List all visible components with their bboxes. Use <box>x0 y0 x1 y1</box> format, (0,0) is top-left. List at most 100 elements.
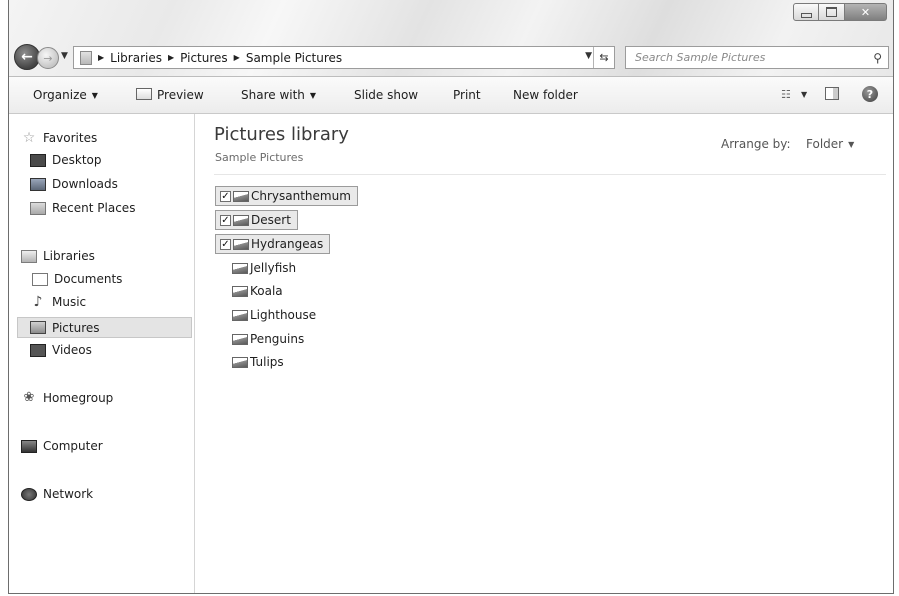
image-file-icon <box>233 190 249 202</box>
preview-pane-icon[interactable] <box>825 87 839 100</box>
sidebar-item-homegroup[interactable]: ❀ Homegroup <box>21 390 114 406</box>
file-name: Jellyfish <box>250 261 297 275</box>
image-file-icon <box>233 214 249 226</box>
search-icon[interactable]: ⚲ <box>873 51 882 65</box>
star-icon: ☆ <box>22 129 36 146</box>
slide-show-button[interactable]: Slide show <box>354 88 418 102</box>
file-item-hydrangeas[interactable]: ✓ Hydrangeas <box>215 234 331 254</box>
chevron-down-icon: ▼ <box>91 91 98 100</box>
breadcrumb-sample-pictures[interactable]: Sample Pictures <box>246 51 342 65</box>
homegroup-icon: ❀ <box>23 390 35 405</box>
sidebar-item-label: Recent Places <box>52 201 136 215</box>
print-button[interactable]: Print <box>453 88 481 102</box>
sidebar-item-label: Libraries <box>43 249 95 263</box>
breadcrumb-separator-icon[interactable]: ▶ <box>98 53 104 62</box>
image-file-icon <box>232 356 248 368</box>
breadcrumb-separator-icon[interactable]: ▶ <box>168 53 174 62</box>
new-folder-button[interactable]: New folder <box>513 88 578 102</box>
file-item-koala[interactable]: Koala <box>215 281 289 301</box>
preview-label: Preview <box>157 88 204 102</box>
sidebar-item-downloads[interactable]: Downloads <box>30 177 118 191</box>
file-item-penguins[interactable]: Penguins <box>215 329 310 349</box>
refresh-button[interactable]: ⇆ <box>593 47 614 68</box>
sidebar-item-label: Pictures <box>52 320 100 335</box>
sidebar-item-network[interactable]: Network <box>21 487 93 501</box>
page-subtitle: Sample Pictures <box>215 151 304 164</box>
breadcrumb-libraries[interactable]: Libraries <box>110 51 162 65</box>
recent-places-icon <box>30 201 46 215</box>
organize-button[interactable]: Organize ▼ <box>33 88 98 102</box>
maximize-icon <box>826 7 837 17</box>
minimize-button[interactable] <box>793 3 819 21</box>
search-box[interactable]: ⚲ <box>625 46 889 69</box>
sidebar-item-label: Computer <box>43 439 103 453</box>
chevron-down-icon: ▼ <box>848 140 855 149</box>
downloads-icon <box>30 177 46 191</box>
libraries-folder-icon <box>80 50 92 65</box>
file-item-tulips[interactable]: Tulips <box>215 352 290 372</box>
title-bar: ✕ ← → ▼ ▶ Libraries ▶ Pictures ▶ Sample … <box>9 0 893 77</box>
sidebar-item-computer[interactable]: Computer <box>21 439 103 453</box>
file-name: Penguins <box>250 332 305 346</box>
help-icon[interactable]: ? <box>862 86 878 102</box>
file-item-lighthouse[interactable]: Lighthouse <box>215 305 322 325</box>
maximize-button[interactable] <box>819 3 845 21</box>
breadcrumb-separator-icon[interactable]: ▶ <box>234 53 240 62</box>
content-pane: Pictures library Sample Pictures Arrange… <box>195 114 893 593</box>
image-file-icon <box>232 309 248 321</box>
sidebar-item-libraries[interactable]: Libraries <box>21 249 95 263</box>
arrange-by-label: Arrange by: <box>721 137 791 151</box>
sidebar-item-label: Downloads <box>52 177 118 191</box>
file-item-jellyfish[interactable]: Jellyfish <box>215 258 302 278</box>
refresh-icon: ⇆ <box>599 51 609 64</box>
navigation-pane: ☆ Favorites Desktop Downloads Recent Pla… <box>9 114 195 593</box>
sidebar-item-label: Music <box>52 295 87 309</box>
sidebar-item-documents[interactable]: Documents <box>30 272 122 286</box>
print-label: Print <box>453 88 481 102</box>
minimize-icon <box>800 12 812 18</box>
checkbox-checked[interactable]: ✓ <box>220 214 231 226</box>
change-view-icon[interactable]: ☷ <box>781 88 791 101</box>
pictures-icon <box>30 321 46 334</box>
checkbox-checked[interactable]: ✓ <box>220 190 231 202</box>
sidebar-item-videos[interactable]: Videos <box>30 343 92 357</box>
address-dropdown-icon[interactable]: ▼ <box>585 51 592 61</box>
close-button[interactable]: ✕ <box>845 3 887 21</box>
sidebar-item-label: Homegroup <box>43 391 114 405</box>
chevron-down-icon[interactable]: ▼ <box>801 90 807 99</box>
forward-button[interactable]: → <box>37 47 59 69</box>
file-item-chrysanthemum[interactable]: ✓ Chrysanthemum <box>215 186 358 206</box>
sidebar-item-favorites[interactable]: ☆ Favorites <box>21 129 98 146</box>
image-file-icon <box>232 285 248 297</box>
file-name: Tulips <box>250 355 284 369</box>
explorer-window: ✕ ← → ▼ ▶ Libraries ▶ Pictures ▶ Sample … <box>8 0 894 594</box>
forward-arrow-icon: → <box>43 51 53 65</box>
share-with-label: Share with <box>241 88 305 102</box>
caption-buttons: ✕ <box>793 3 887 21</box>
image-file-icon <box>232 262 248 274</box>
sidebar-item-label: Documents <box>54 272 123 286</box>
sidebar-item-label: Favorites <box>43 131 98 145</box>
sidebar-item-pictures[interactable]: Pictures <box>17 317 192 338</box>
sidebar-item-label: Desktop <box>52 153 102 167</box>
search-input[interactable] <box>635 51 855 64</box>
file-name: Hydrangeas <box>251 237 324 251</box>
share-with-button[interactable]: Share with ▼ <box>241 88 316 102</box>
sidebar-item-desktop[interactable]: Desktop <box>30 153 102 167</box>
preview-button[interactable]: Preview <box>136 88 204 102</box>
sidebar-item-recent-places[interactable]: Recent Places <box>30 201 135 215</box>
divider <box>214 174 886 175</box>
address-bar[interactable]: ▶ Libraries ▶ Pictures ▶ Sample Pictures… <box>73 46 615 69</box>
preview-icon <box>136 88 152 100</box>
sidebar-item-music[interactable]: ♪ Music <box>30 295 87 309</box>
image-file-icon <box>233 238 249 250</box>
sidebar-item-label: Videos <box>52 343 92 357</box>
file-name: Desert <box>251 213 291 227</box>
image-file-icon <box>232 333 248 345</box>
arrange-by-value: Folder <box>806 137 844 151</box>
checkbox-checked[interactable]: ✓ <box>220 238 231 250</box>
arrange-by-dropdown[interactable]: Folder ▼ <box>806 137 854 151</box>
breadcrumb-pictures[interactable]: Pictures <box>180 51 228 65</box>
recent-pages-dropdown[interactable]: ▼ <box>61 51 68 61</box>
file-item-desert[interactable]: ✓ Desert <box>215 210 298 230</box>
